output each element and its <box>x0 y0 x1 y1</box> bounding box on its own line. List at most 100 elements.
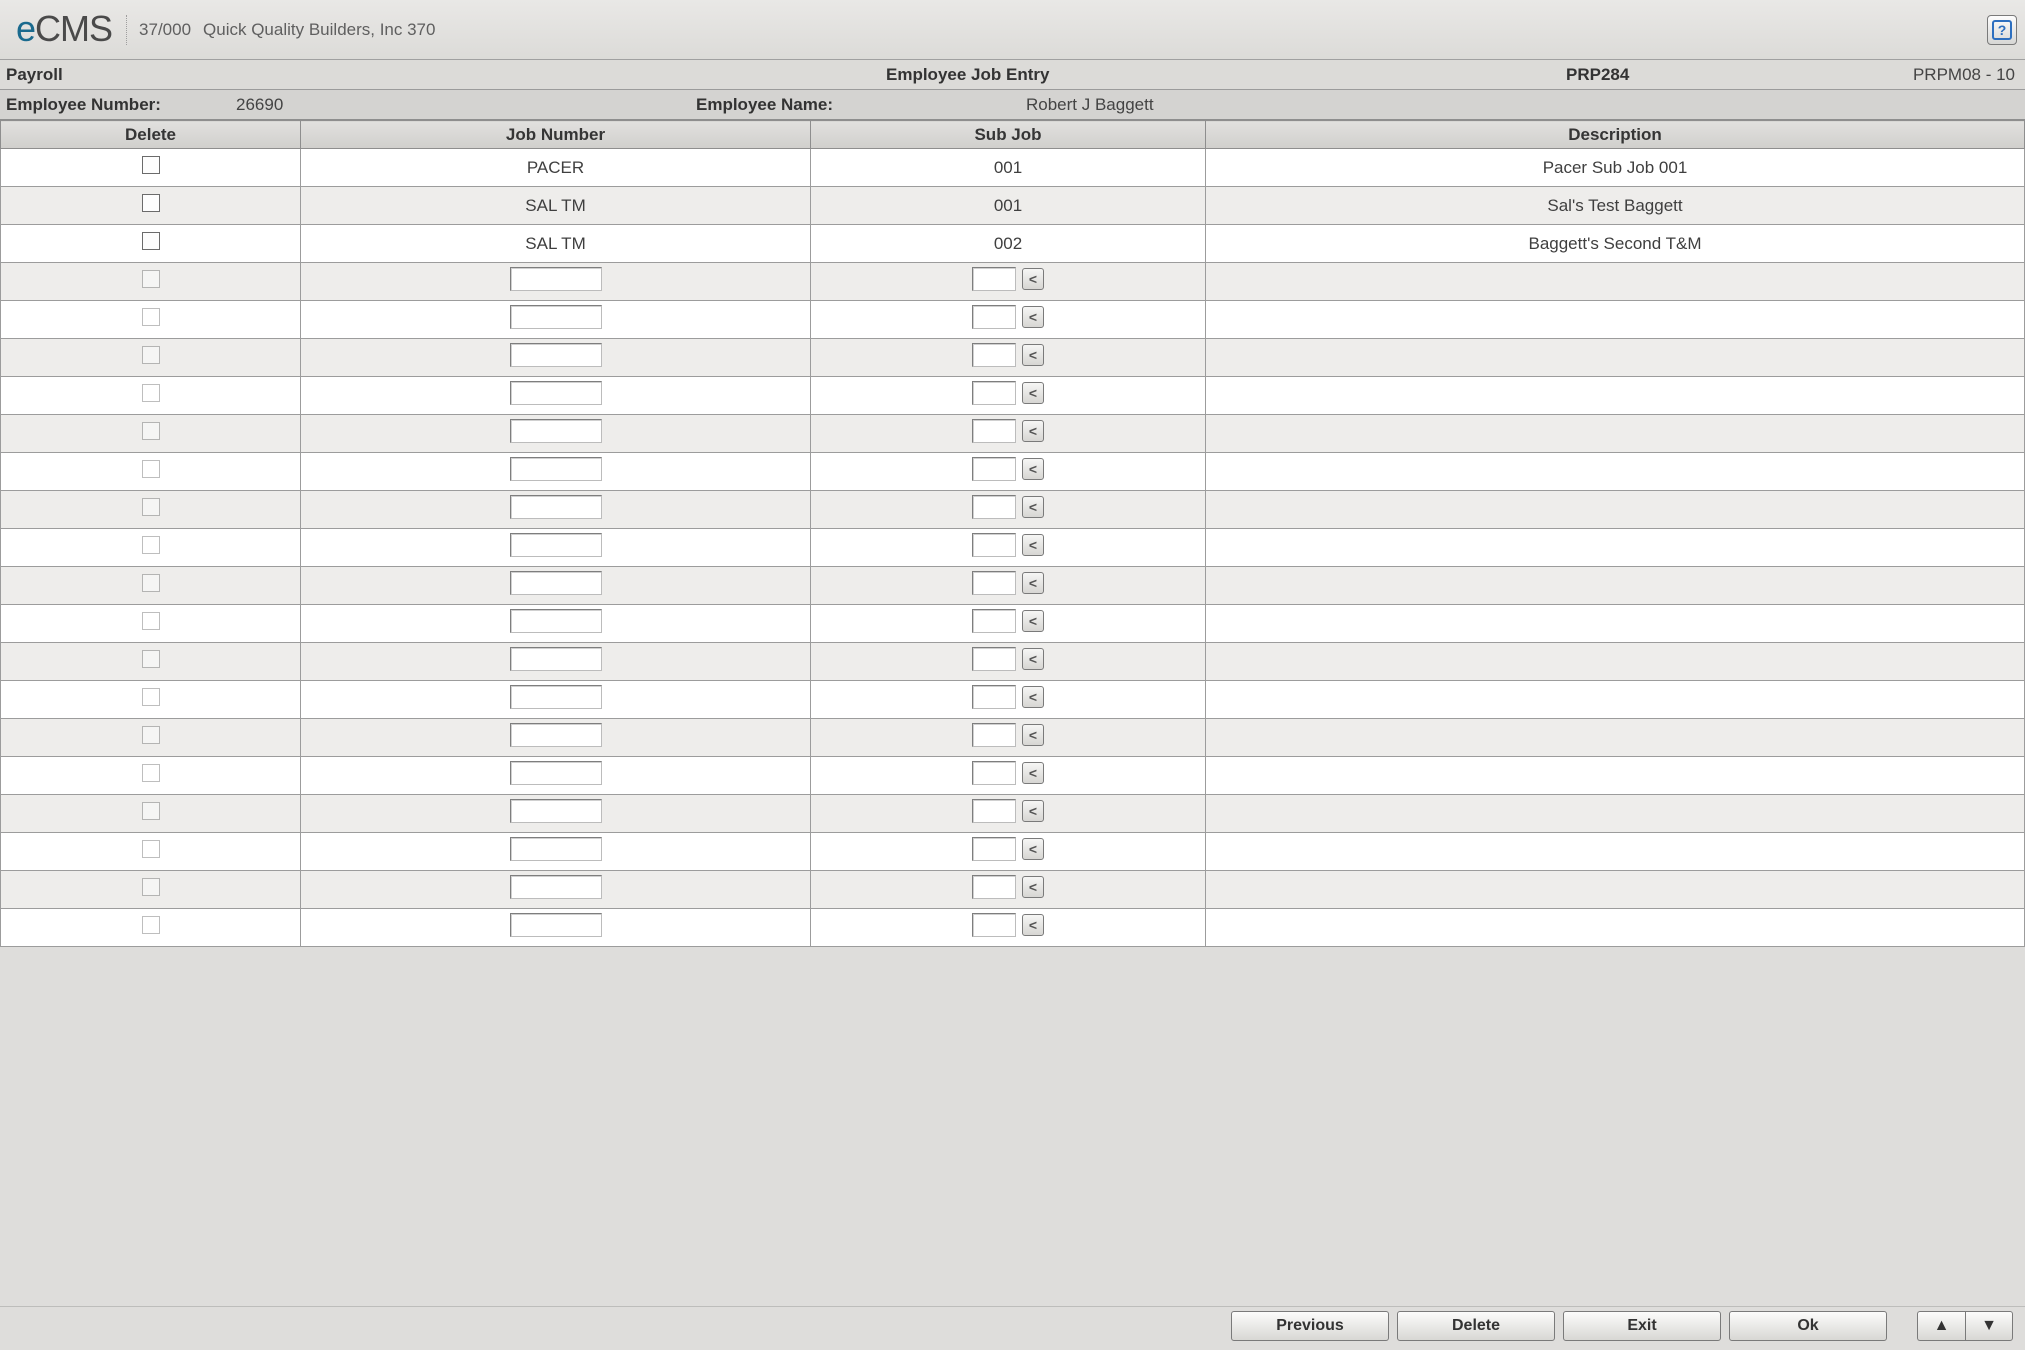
job-number-input[interactable] <box>510 799 602 823</box>
delete-checkbox[interactable] <box>142 270 160 288</box>
delete-checkbox[interactable] <box>142 878 160 896</box>
delete-checkbox[interactable] <box>142 688 160 706</box>
description-cell <box>1206 871 2025 909</box>
lookup-button[interactable]: < <box>1022 686 1044 708</box>
job-number-input[interactable] <box>510 761 602 785</box>
lookup-button[interactable]: < <box>1022 496 1044 518</box>
sub-job-input[interactable] <box>972 647 1016 671</box>
scroll-up-button[interactable]: ▲ <box>1917 1311 1965 1341</box>
delete-checkbox[interactable] <box>142 384 160 402</box>
sub-job-input[interactable] <box>972 761 1016 785</box>
lookup-button[interactable]: < <box>1022 838 1044 860</box>
delete-checkbox[interactable] <box>142 574 160 592</box>
lookup-button[interactable]: < <box>1022 724 1044 746</box>
sub-job-input[interactable] <box>972 913 1016 937</box>
job-number-input[interactable] <box>510 647 602 671</box>
description-cell <box>1206 301 2025 339</box>
employee-name-label: Employee Name: <box>696 95 1026 115</box>
delete-checkbox[interactable] <box>142 308 160 326</box>
table-row: < <box>1 605 2025 643</box>
delete-checkbox[interactable] <box>142 346 160 364</box>
sub-job-input[interactable] <box>972 571 1016 595</box>
sub-job-input[interactable] <box>972 799 1016 823</box>
lookup-button[interactable]: < <box>1022 534 1044 556</box>
table-row: < <box>1 681 2025 719</box>
delete-checkbox[interactable] <box>142 460 160 478</box>
delete-checkbox[interactable] <box>142 840 160 858</box>
lookup-button[interactable]: < <box>1022 876 1044 898</box>
sub-job-input[interactable] <box>972 533 1016 557</box>
lookup-button[interactable]: < <box>1022 382 1044 404</box>
sub-job-input[interactable] <box>972 381 1016 405</box>
scroll-down-button[interactable]: ▼ <box>1965 1311 2013 1341</box>
sub-job-input[interactable] <box>972 875 1016 899</box>
lookup-button[interactable]: < <box>1022 572 1044 594</box>
job-number-input[interactable] <box>510 305 602 329</box>
screen-code: PRP284 <box>1566 65 1836 85</box>
sub-job-input[interactable] <box>972 419 1016 443</box>
delete-button[interactable]: Delete <box>1397 1311 1555 1341</box>
delete-checkbox[interactable] <box>142 536 160 554</box>
sub-job-input[interactable] <box>972 685 1016 709</box>
sub-job-input[interactable] <box>972 723 1016 747</box>
description-cell <box>1206 757 2025 795</box>
brand-logo-rest: CMS <box>35 8 112 49</box>
sub-job-input[interactable] <box>972 837 1016 861</box>
delete-checkbox[interactable] <box>142 650 160 668</box>
lookup-button[interactable]: < <box>1022 800 1044 822</box>
job-number-input[interactable] <box>510 685 602 709</box>
job-number-input[interactable] <box>510 837 602 861</box>
sub-job-input[interactable] <box>972 457 1016 481</box>
job-number-input[interactable] <box>510 267 602 291</box>
lookup-button[interactable]: < <box>1022 762 1044 784</box>
delete-checkbox[interactable] <box>142 422 160 440</box>
job-number-input[interactable] <box>510 571 602 595</box>
delete-checkbox[interactable] <box>142 726 160 744</box>
delete-checkbox[interactable] <box>142 612 160 630</box>
lookup-button[interactable]: < <box>1022 306 1044 328</box>
lookup-button[interactable]: < <box>1022 648 1044 670</box>
previous-button[interactable]: Previous <box>1231 1311 1389 1341</box>
delete-checkbox[interactable] <box>142 764 160 782</box>
description-cell <box>1206 719 2025 757</box>
table-row: < <box>1 643 2025 681</box>
lookup-button[interactable]: < <box>1022 268 1044 290</box>
description-cell <box>1206 415 2025 453</box>
scroll-arrows: ▲ ▼ <box>1917 1311 2013 1341</box>
job-number-input[interactable] <box>510 609 602 633</box>
sub-job-input[interactable] <box>972 305 1016 329</box>
lookup-button[interactable]: < <box>1022 914 1044 936</box>
screen-right: PRPM08 - 10 <box>1913 65 2015 85</box>
job-number-input[interactable] <box>510 419 602 443</box>
table-row: < <box>1 529 2025 567</box>
delete-checkbox[interactable] <box>142 232 160 250</box>
org-code: 37/000 <box>139 20 191 40</box>
delete-checkbox[interactable] <box>142 802 160 820</box>
help-button[interactable]: ? <box>1987 15 2017 45</box>
sub-job-input[interactable] <box>972 495 1016 519</box>
ok-button[interactable]: Ok <box>1729 1311 1887 1341</box>
lookup-button[interactable]: < <box>1022 610 1044 632</box>
lookup-button[interactable]: < <box>1022 344 1044 366</box>
job-number-input[interactable] <box>510 913 602 937</box>
sub-job-input[interactable] <box>972 267 1016 291</box>
delete-checkbox[interactable] <box>142 916 160 934</box>
job-number-input[interactable] <box>510 533 602 557</box>
delete-checkbox[interactable] <box>142 498 160 516</box>
job-number-input[interactable] <box>510 875 602 899</box>
job-number-input[interactable] <box>510 457 602 481</box>
help-icon: ? <box>1992 20 2012 40</box>
table-row: SAL TM001Sal's Test Baggett <box>1 187 2025 225</box>
exit-button[interactable]: Exit <box>1563 1311 1721 1341</box>
job-number-input[interactable] <box>510 723 602 747</box>
delete-checkbox[interactable] <box>142 194 160 212</box>
sub-job-input[interactable] <box>972 343 1016 367</box>
job-number-input[interactable] <box>510 381 602 405</box>
job-number-input[interactable] <box>510 343 602 367</box>
lookup-button[interactable]: < <box>1022 420 1044 442</box>
table-row: < <box>1 377 2025 415</box>
delete-checkbox[interactable] <box>142 156 160 174</box>
sub-job-input[interactable] <box>972 609 1016 633</box>
job-number-input[interactable] <box>510 495 602 519</box>
lookup-button[interactable]: < <box>1022 458 1044 480</box>
